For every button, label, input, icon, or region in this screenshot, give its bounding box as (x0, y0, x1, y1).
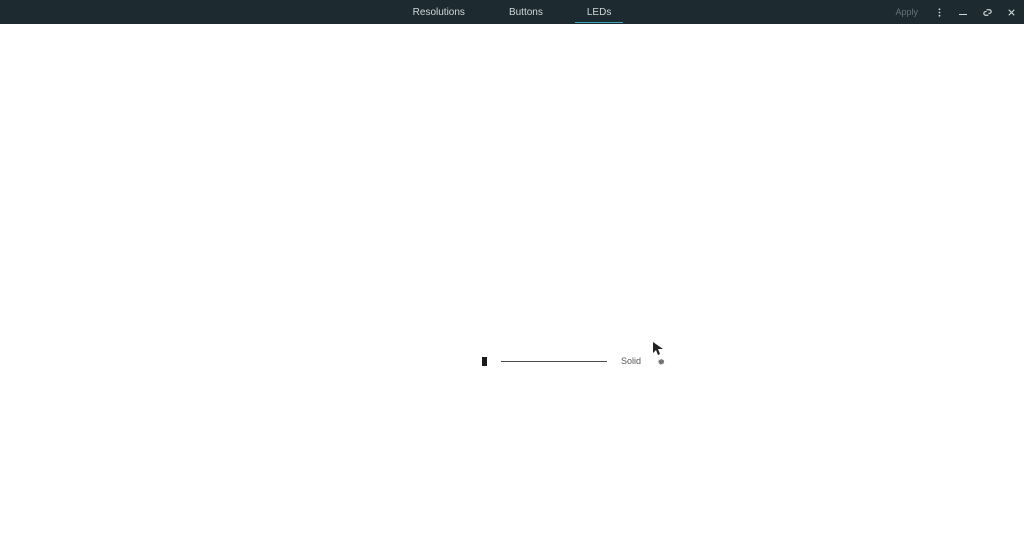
minimize-icon[interactable] (956, 5, 970, 19)
tab-resolutions[interactable]: Resolutions (409, 0, 469, 24)
gear-icon[interactable] (655, 356, 665, 366)
content-area: Solid (0, 24, 1024, 557)
led-control-row: Solid (482, 356, 665, 366)
tab-group: Resolutions Buttons LEDs (409, 0, 616, 24)
close-icon[interactable] (1004, 5, 1018, 19)
led-mode-label[interactable]: Solid (621, 356, 641, 366)
tab-leds[interactable]: LEDs (583, 0, 615, 24)
led-color-swatch[interactable] (482, 357, 487, 366)
header-bar: Resolutions Buttons LEDs Apply (0, 0, 1024, 24)
link-icon[interactable] (980, 5, 994, 19)
apply-button[interactable]: Apply (895, 7, 918, 17)
menu-icon[interactable] (932, 5, 946, 19)
window-controls: Apply (895, 0, 1018, 24)
led-brightness-slider[interactable] (501, 361, 607, 362)
tab-buttons[interactable]: Buttons (505, 0, 547, 24)
